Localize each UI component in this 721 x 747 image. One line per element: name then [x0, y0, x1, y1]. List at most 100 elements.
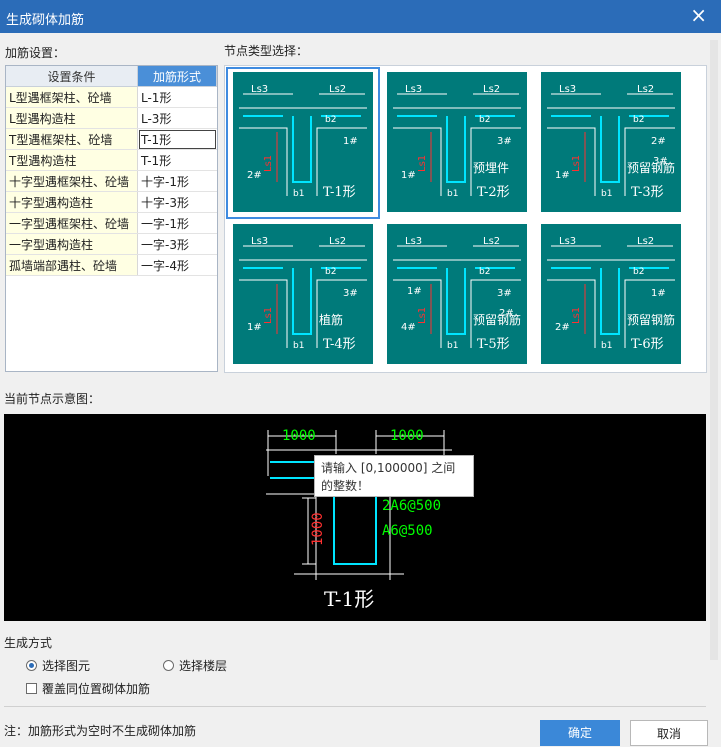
overwrite-checkbox-label: 覆盖同位置砌体加筋 [42, 682, 151, 696]
node-option[interactable]: Ls3 Ls2 b1 b2 Ls1 3# 1# 预埋件 T-2形 [381, 68, 533, 218]
table-row[interactable]: 十字型遇构造柱 十字-3形 [6, 191, 217, 213]
node-extra-label: 预留钢筋 [473, 312, 521, 327]
dim-right-label: Ls2 [637, 84, 654, 95]
condition-cell: L型遇构造柱 [6, 107, 138, 129]
dim-left-label: Ls3 [405, 84, 422, 95]
dim-b1-label: b1 [601, 341, 612, 351]
preview-drawing: 1000 1000 1000 2A6@500 A6@500 T-1形 [266, 428, 452, 611]
preview-bar-1: 2A6@500 [382, 498, 441, 514]
preview-left-dim: 1000 [282, 428, 316, 444]
dim-right-label: Ls2 [637, 236, 654, 247]
dim-b2-label: b2 [479, 267, 490, 277]
dim-left-label: Ls3 [405, 236, 422, 247]
form-cell[interactable]: 十字-3形 [137, 191, 217, 213]
dim-b2-label: b2 [479, 115, 490, 125]
table-row[interactable]: 一字型遇框架柱、砼墙 一字-1形 [6, 212, 217, 234]
bar-label: 4# [401, 322, 416, 333]
preview-node-name: T-1形 [324, 587, 374, 611]
node-option[interactable]: Ls3 Ls2 b1 b2 Ls1 1# 2# T-1形 [226, 67, 380, 219]
preview-right-dim: 1000 [390, 428, 424, 444]
form-cell[interactable]: 一字-3形 [137, 233, 217, 255]
form-cell[interactable]: L-1形 [137, 86, 217, 108]
settings-label: 加筋设置： [5, 46, 66, 60]
node-extra-label: 预留钢筋 [627, 160, 675, 175]
node-name-label: T-1形 [323, 185, 356, 200]
dim-b2-label: b2 [325, 267, 336, 277]
dim-ls1-label: Ls1 [417, 155, 428, 172]
node-option[interactable]: Ls3 Ls2 b1 b2 Ls1 1# 2# 预留钢筋 T-6形 [535, 220, 687, 370]
node-thumbnail: Ls3 Ls2b1b2Ls13#4#2#1#预留钢筋T-5形 [387, 224, 527, 364]
preview-bar-2: A6@500 [382, 523, 433, 539]
bar-label: 3# [343, 288, 358, 299]
bar-label: 2# [555, 322, 570, 333]
node-extra-label: 预埋件 [473, 161, 509, 175]
condition-cell: 十字型遇构造柱 [6, 191, 138, 213]
scrollbar[interactable] [710, 40, 718, 660]
dim-ls1-label: Ls1 [263, 307, 274, 324]
bar-label: 3# [497, 136, 512, 147]
cancel-button[interactable]: 取消 [630, 720, 708, 746]
node-option[interactable]: Ls3 Ls2 b1 b2 Ls1 2# 1# 3# 预留钢筋 T-3形 [535, 68, 687, 218]
checkbox-icon [26, 683, 37, 694]
radio-select-element-label: 选择图元 [42, 659, 91, 673]
node-option[interactable]: Ls3 Ls2 b1 b2 Ls1 3# 4# 2# 1# 预留钢筋 T-5形 [381, 220, 533, 370]
condition-cell: 孤墙端部遇柱、砼墙 [6, 254, 138, 276]
bar-label: 3# [497, 288, 512, 299]
table-row[interactable]: 孤墙端部遇柱、砼墙 一字-4形 [6, 254, 217, 276]
bar-label: 2# [247, 170, 262, 181]
bar-label: 1# [247, 322, 262, 333]
ok-button[interactable]: 确定 [540, 720, 620, 746]
table-row[interactable]: 一字型遇构造柱 一字-3形 [6, 233, 217, 255]
radio-select-element[interactable]: 选择图元 [26, 657, 90, 674]
form-cell[interactable]: T-1形 [137, 128, 217, 150]
table-row[interactable]: L型遇框架柱、砼墙 L-1形 [6, 86, 217, 108]
condition-cell: T型遇框架柱、砼墙 [6, 128, 138, 150]
node-name-label: T-5形 [477, 337, 510, 352]
dim-b2-label: b2 [633, 115, 644, 125]
node-thumbnail: Ls3 Ls2 b1 b2 Ls1 1# 2# T-1形 [233, 72, 373, 212]
table-row[interactable]: L型遇构造柱 L-3形 [6, 107, 217, 129]
input-tooltip: 请输入 [0,100000] 之间的整数！ [314, 455, 474, 497]
settings-table: 设置条件 加筋形式 L型遇框架柱、砼墙 L-1形 L型遇构造柱 L-3形 T型遇框架柱、… [5, 65, 218, 372]
form-cell[interactable]: T-1形 [137, 149, 217, 171]
form-cell[interactable]: 十字-1形 [137, 170, 217, 192]
form-cell[interactable]: L-3形 [137, 107, 217, 129]
bar-label: 1# [407, 286, 422, 297]
condition-cell: 一字型遇框架柱、砼墙 [6, 212, 138, 234]
node-extra-label: 植筋 [319, 312, 343, 327]
bar-label: 1# [555, 170, 570, 181]
node-type-label: 节点类型选择： [224, 44, 309, 58]
divider [4, 706, 706, 707]
bar-label: 2# [651, 136, 666, 147]
node-type-grid: Ls3 Ls2 b1 b2 Ls1 1# 2# T-1形 Ls3 Ls2 b1 b2 Ls1 3# 1# 预埋… [224, 65, 707, 373]
bar-label: 1# [401, 170, 416, 181]
node-thumbnail: Ls3 Ls2b1b2Ls12#1#3#预留钢筋T-3形 [541, 72, 681, 212]
bar-label: 1# [343, 136, 358, 147]
dim-left-label: Ls3 [251, 236, 268, 247]
dim-b1-label: b1 [293, 189, 304, 199]
overwrite-checkbox[interactable]: 覆盖同位置砌体加筋 [26, 680, 150, 697]
dim-b2-label: b2 [633, 267, 644, 277]
condition-cell: 十字型遇框架柱、砼墙 [6, 170, 138, 192]
node-thumbnail: Ls3 Ls2 b1 b2 Ls1 3# 1# 植筋 T-4形 [233, 224, 373, 364]
footer-note: 注：加筋形式为空时不生成砌体加筋 [4, 724, 197, 738]
close-icon[interactable]: × [690, 5, 707, 25]
table-row[interactable]: T型遇构造柱 T-1形 [6, 149, 217, 171]
node-name-label: T-6形 [631, 337, 664, 352]
condition-cell: L型遇框架柱、砼墙 [6, 86, 138, 108]
form-cell[interactable]: 一字-1形 [137, 212, 217, 234]
dim-left-label: Ls3 [559, 84, 576, 95]
node-name-label: T-2形 [477, 185, 510, 200]
table-row[interactable]: T型遇框架柱、砼墙 T-1形 [6, 128, 217, 150]
generate-label: 生成方式 [4, 636, 53, 650]
dim-b1-label: b1 [447, 189, 458, 199]
window-title: 生成砌体加筋 [6, 13, 85, 28]
form-cell[interactable]: 一字-4形 [137, 254, 217, 276]
radio-select-floor[interactable]: 选择楼层 [163, 657, 227, 674]
preview-vert-dim: 1000 [310, 512, 326, 546]
dim-right-label: Ls2 [483, 236, 500, 247]
table-row[interactable]: 十字型遇框架柱、砼墙 十字-1形 [6, 170, 217, 192]
dim-right-label: Ls2 [329, 84, 346, 95]
node-option[interactable]: Ls3 Ls2 b1 b2 Ls1 3# 1# 植筋 T-4形 [227, 220, 379, 370]
title-bar: 生成砌体加筋 × [0, 0, 721, 33]
